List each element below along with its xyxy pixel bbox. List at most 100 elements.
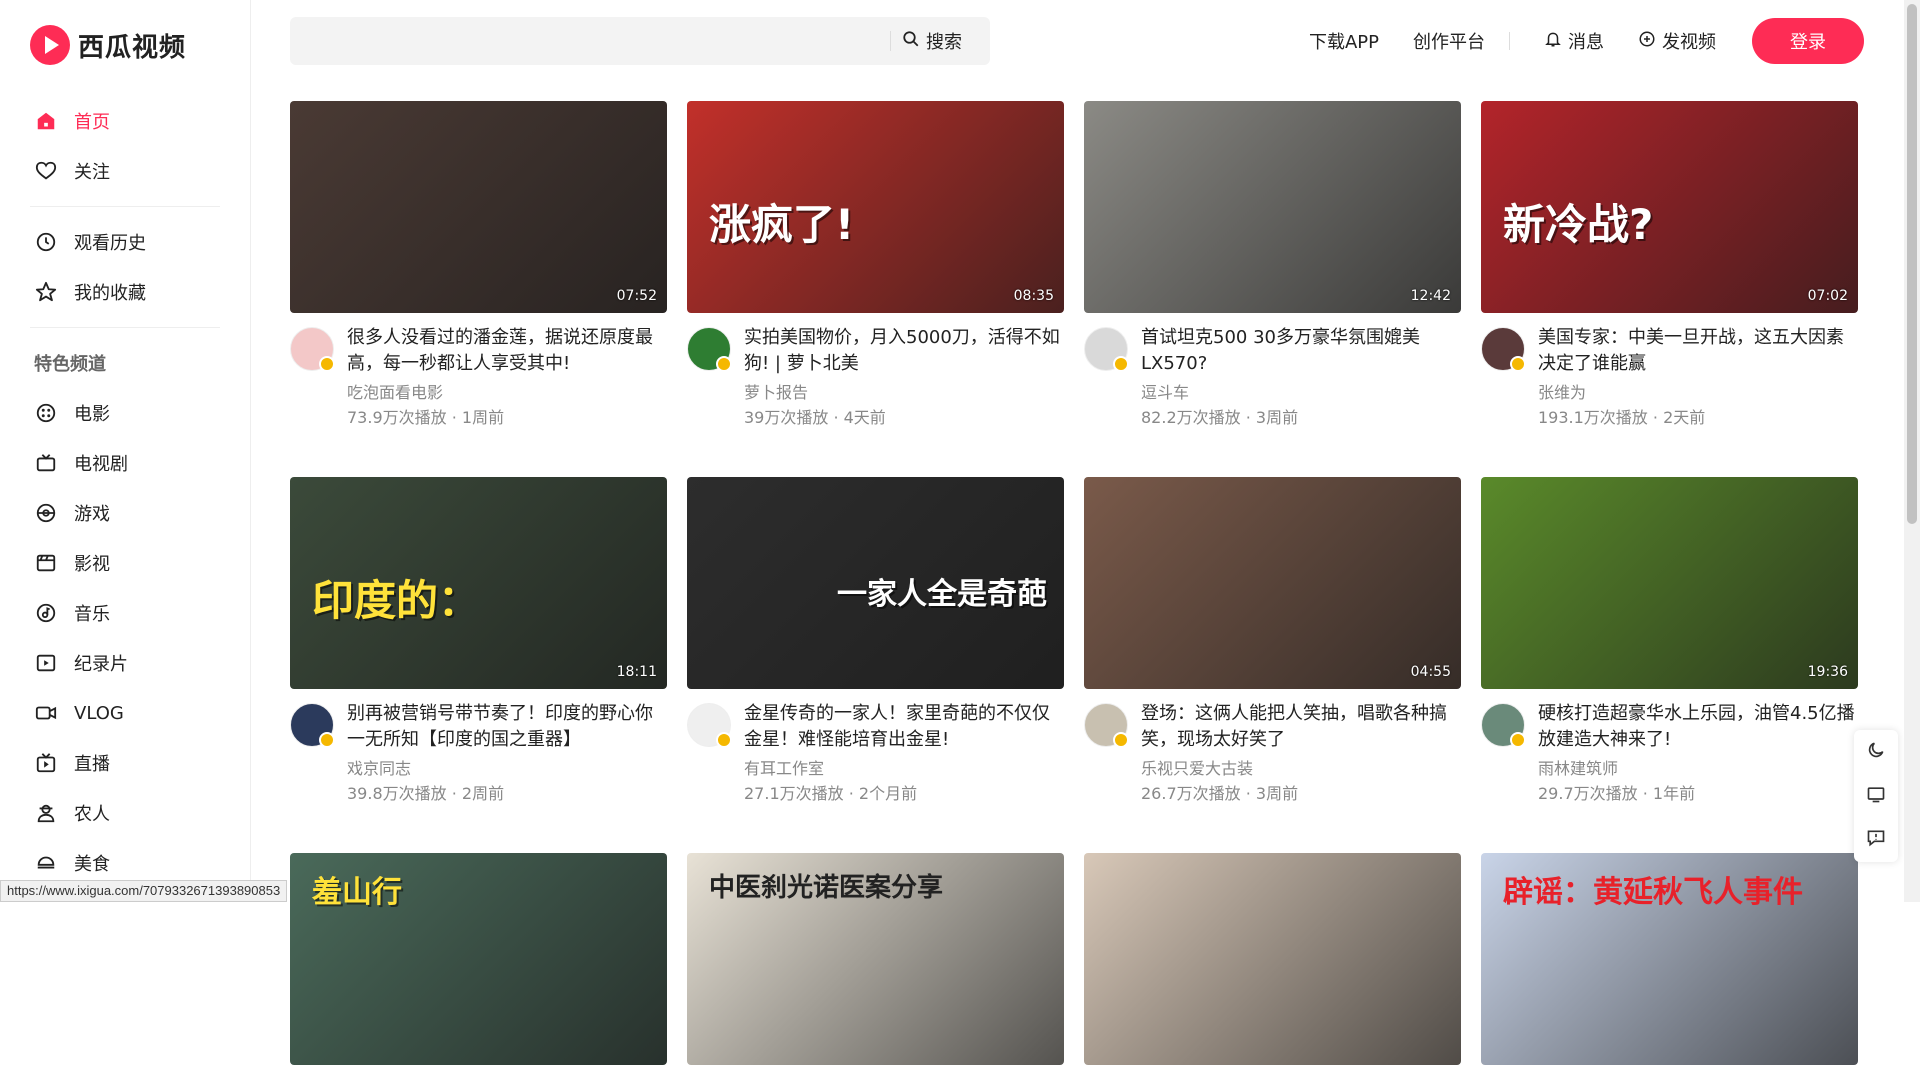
sidebar-item-farmer[interactable]: 农人 bbox=[0, 788, 250, 838]
creator-platform-link[interactable]: 创作平台 bbox=[1413, 28, 1485, 54]
video-stats: 39万次播放 · 4天前 bbox=[744, 404, 886, 428]
avatar[interactable] bbox=[290, 703, 334, 747]
video-card[interactable]: 羞山行 bbox=[290, 853, 667, 1065]
video-thumbnail[interactable]: 07:52 bbox=[290, 101, 667, 313]
video-author[interactable]: 逗斗车 bbox=[1141, 379, 1189, 403]
video-meta: 登场：这俩人能把人笑抽，唱歌各种搞笑，现场太好笑了乐视只爱大古装26.7万次播放… bbox=[1084, 689, 1461, 799]
video-thumbnail[interactable]: 中医刹光诺医案分享 bbox=[687, 853, 1064, 1065]
video-card[interactable]: 一家人全是奇葩金星传奇的一家人！家里奇葩的不仅仅金星！难怪能培育出金星!有耳工作… bbox=[687, 477, 1064, 799]
video-meta: 很多人没看过的潘金莲，据说还原度最高，每一秒都让人享受其中!吃泡面看电影73.9… bbox=[290, 313, 667, 423]
video-card[interactable]: 印度的：18:11 别再被营销号带节奏了！印度的野心你一无所知【印度的国之重器】戏… bbox=[290, 477, 667, 799]
dark-mode-button[interactable] bbox=[1854, 730, 1898, 774]
video-author[interactable]: 张维为 bbox=[1538, 379, 1586, 403]
avatar[interactable] bbox=[687, 703, 731, 747]
video-card[interactable]: 中医刹光诺医案分享 bbox=[687, 853, 1064, 1065]
download-app-link[interactable]: 下载APP bbox=[1309, 28, 1379, 54]
video-thumbnail[interactable] bbox=[1084, 853, 1461, 1065]
documentary-icon bbox=[34, 651, 58, 675]
video-duration: 04:55 bbox=[1411, 664, 1451, 680]
video-title[interactable]: 金星传奇的一家人！家里奇葩的不仅仅金星！难怪能培育出金星! bbox=[744, 701, 1066, 753]
video-card[interactable]: 新冷战?07:02美国专家：中美一旦开战，这五大因素决定了谁能赢张维为193.1… bbox=[1481, 101, 1858, 423]
sidebar-item-home[interactable]: 首页 bbox=[0, 96, 250, 146]
messages-button[interactable]: 消息 bbox=[1544, 28, 1604, 54]
video-thumbnail[interactable]: 一家人全是奇葩 bbox=[687, 477, 1064, 689]
sidebar-item-label: 观看历史 bbox=[74, 229, 146, 255]
logo-text: 西瓜视频 bbox=[78, 27, 186, 64]
video-stats: 82.2万次播放 · 3周前 bbox=[1141, 404, 1298, 428]
avatar[interactable] bbox=[1084, 327, 1128, 371]
login-button[interactable]: 登录 bbox=[1752, 18, 1864, 64]
video-stats: 39.8万次播放 · 2周前 bbox=[347, 780, 504, 804]
logo[interactable]: 西瓜视频 bbox=[30, 25, 186, 65]
thumbnail-caption: 羞山行 bbox=[312, 867, 402, 911]
search-bar: 搜索 bbox=[290, 17, 990, 65]
scrollbar[interactable] bbox=[1904, 0, 1920, 902]
avatar[interactable] bbox=[1084, 703, 1128, 747]
verified-badge-icon bbox=[1510, 732, 1526, 748]
video-card[interactable] bbox=[1084, 853, 1461, 1065]
sidebar-item-follow[interactable]: 关注 bbox=[0, 146, 250, 196]
divider bbox=[30, 206, 220, 207]
clock-icon bbox=[34, 230, 58, 254]
sidebar-item-documentary[interactable]: 纪录片 bbox=[0, 638, 250, 688]
video-meta: 硬核打造超豪华水上乐园，油管4.5亿播放建造大神来了!雨林建筑师29.7万次播放… bbox=[1481, 689, 1858, 799]
video-thumbnail[interactable]: 新冷战?07:02 bbox=[1481, 101, 1858, 313]
search-input[interactable] bbox=[290, 17, 890, 65]
verified-badge-icon bbox=[1510, 356, 1526, 372]
video-title[interactable]: 别再被营销号带节奏了！印度的野心你一无所知【印度的国之重器】 bbox=[347, 701, 669, 753]
upload-video-button[interactable]: 发视频 bbox=[1638, 28, 1716, 54]
video-author[interactable]: 雨林建筑师 bbox=[1538, 755, 1618, 779]
video-author[interactable]: 戏京同志 bbox=[347, 755, 411, 779]
video-card[interactable]: 12:42首试坦克500 30多万豪华氛围媲美LX570?逗斗车82.2万次播放… bbox=[1084, 101, 1461, 423]
sidebar-item-favorites[interactable]: 我的收藏 bbox=[0, 267, 250, 317]
video-thumbnail[interactable]: 印度的：18:11 bbox=[290, 477, 667, 689]
music-icon bbox=[34, 601, 58, 625]
video-author[interactable]: 有耳工作室 bbox=[744, 755, 824, 779]
sidebar-item-label: 电影 bbox=[74, 400, 110, 426]
avatar[interactable] bbox=[687, 327, 731, 371]
video-title[interactable]: 实拍美国物价，月入5000刀，活得不如狗! | 萝卜北美 bbox=[744, 325, 1066, 377]
sidebar-nav: 首页 关注 观看历史 我的收藏 特色频道 电影 bbox=[0, 96, 250, 888]
video-title[interactable]: 美国专家：中美一旦开战，这五大因素决定了谁能赢 bbox=[1538, 325, 1860, 377]
video-title[interactable]: 首试坦克500 30多万豪华氛围媲美LX570? bbox=[1141, 325, 1463, 377]
video-thumbnail[interactable]: 羞山行 bbox=[290, 853, 667, 1065]
home-icon bbox=[34, 109, 58, 133]
video-thumbnail[interactable]: 涨疯了!08:35 bbox=[687, 101, 1064, 313]
video-thumbnail[interactable]: 辟谣：黄延秋飞人事件 bbox=[1481, 853, 1858, 1065]
avatar[interactable] bbox=[1481, 327, 1525, 371]
video-thumbnail[interactable]: 12:42 bbox=[1084, 101, 1461, 313]
sidebar-item-tv[interactable]: 电视剧 bbox=[0, 438, 250, 488]
tv-icon bbox=[34, 451, 58, 475]
mini-player-button[interactable] bbox=[1854, 774, 1898, 818]
video-title[interactable]: 登场：这俩人能把人笑抽，唱歌各种搞笑，现场太好笑了 bbox=[1141, 701, 1463, 753]
video-card[interactable]: 涨疯了!08:35 实拍美国物价，月入5000刀，活得不如狗! | 萝卜北美萝卜报… bbox=[687, 101, 1064, 423]
video-card[interactable]: 19:36硬核打造超豪华水上乐园，油管4.5亿播放建造大神来了!雨林建筑师29.… bbox=[1481, 477, 1858, 799]
feedback-button[interactable] bbox=[1854, 818, 1898, 862]
video-card[interactable]: 07:52很多人没看过的潘金莲，据说还原度最高，每一秒都让人享受其中!吃泡面看电… bbox=[290, 101, 667, 423]
search-button[interactable]: 搜索 bbox=[902, 17, 962, 65]
video-card[interactable]: 04:55 登场：这俩人能把人笑抽，唱歌各种搞笑，现场太好笑了乐视只爱大古装26.… bbox=[1084, 477, 1461, 799]
avatar[interactable] bbox=[1481, 703, 1525, 747]
film-reel-icon bbox=[34, 401, 58, 425]
video-title[interactable]: 硬核打造超豪华水上乐园，油管4.5亿播放建造大神来了! bbox=[1538, 701, 1860, 753]
scrollbar-thumb[interactable] bbox=[1907, 4, 1917, 524]
sidebar-item-film[interactable]: 影视 bbox=[0, 538, 250, 588]
video-title[interactable]: 很多人没看过的潘金莲，据说还原度最高，每一秒都让人享受其中! bbox=[347, 325, 669, 377]
video-thumbnail[interactable]: 19:36 bbox=[1481, 477, 1858, 689]
divider bbox=[1509, 32, 1510, 50]
sidebar: 西瓜视频 首页 关注 观看历史 我的收藏 特色频 bbox=[0, 0, 251, 902]
sidebar-item-movie[interactable]: 电影 bbox=[0, 388, 250, 438]
video-author[interactable]: 吃泡面看电影 bbox=[347, 379, 443, 403]
video-card[interactable]: 辟谣：黄延秋飞人事件 bbox=[1481, 853, 1858, 1065]
video-stats: 73.9万次播放 · 1周前 bbox=[347, 404, 504, 428]
video-thumbnail[interactable]: 04:55 bbox=[1084, 477, 1461, 689]
video-author[interactable]: 乐视只爱大古装 bbox=[1141, 755, 1253, 779]
sidebar-item-live[interactable]: 直播 bbox=[0, 738, 250, 788]
avatar[interactable] bbox=[290, 327, 334, 371]
sidebar-item-game[interactable]: 游戏 bbox=[0, 488, 250, 538]
sidebar-item-history[interactable]: 观看历史 bbox=[0, 217, 250, 267]
video-author[interactable]: 萝卜报告 bbox=[744, 379, 808, 403]
sidebar-item-vlog[interactable]: VLOG bbox=[0, 688, 250, 738]
sidebar-item-music[interactable]: 音乐 bbox=[0, 588, 250, 638]
thumbnail-caption: 一家人全是奇葩 bbox=[837, 569, 1047, 613]
